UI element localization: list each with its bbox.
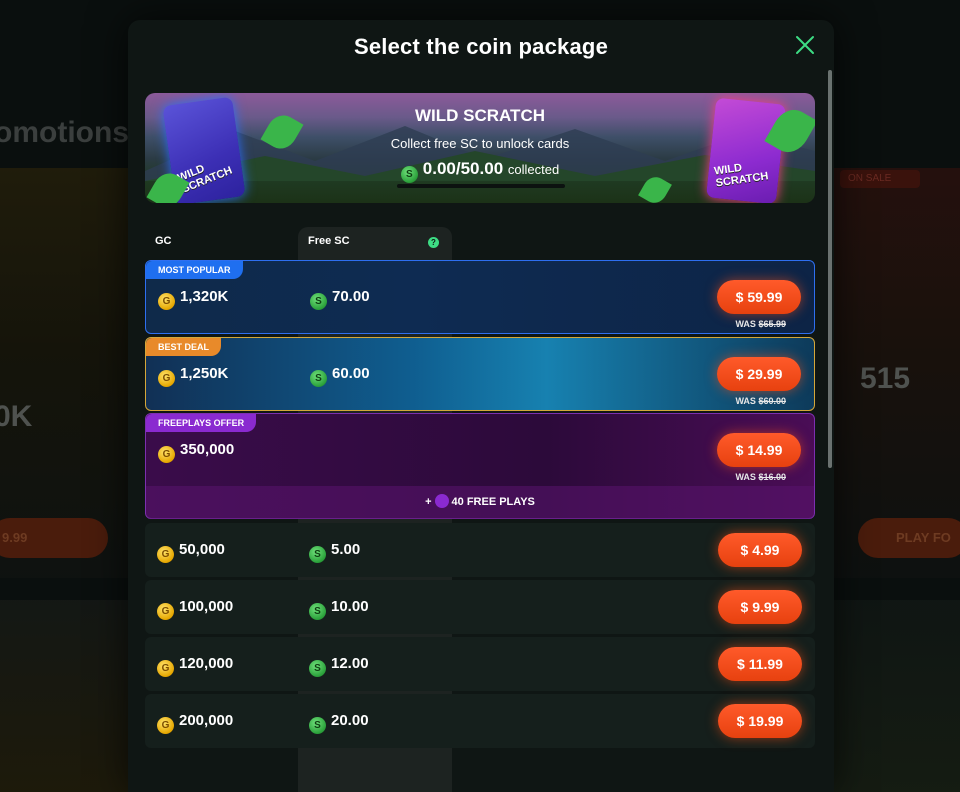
- banner-title: WILD SCRATCH: [415, 106, 545, 125]
- gc-value: 1,320K: [180, 288, 229, 305]
- sc-amount: S 20.00: [309, 712, 369, 734]
- gc-column-header: GC: [155, 235, 172, 247]
- free-plays-text: 40 FREE PLAYS: [451, 496, 535, 508]
- gold-coin-icon: G: [157, 603, 174, 620]
- gc-value: 1,250K: [180, 365, 229, 382]
- gc-amount: G 350,000: [158, 441, 234, 463]
- was-label: WAS: [735, 472, 756, 482]
- sc-value: 5.00: [331, 541, 361, 558]
- progress-value: 0.00/50.00: [422, 159, 504, 178]
- package-row-most-popular[interactable]: MOST POPULAR G 1,320K S 70.00 $ 59.99 WAS …: [145, 260, 815, 334]
- package-row[interactable]: G 50,000 S 5.00 $ 4.99: [145, 523, 815, 577]
- freeplays-offer-tag: FREEPLAYS OFFER: [146, 414, 257, 432]
- modal-title: Select the coin package: [353, 34, 609, 59]
- wild-scratch-banner[interactable]: WILD SCRATCH WILD SCRATCH WILD SCRATCH C…: [145, 93, 815, 203]
- gc-amount: G 1,250K: [158, 365, 228, 387]
- gold-coin-icon: G: [158, 370, 175, 387]
- sweep-coin-icon: S: [400, 166, 418, 183]
- was-label: WAS: [735, 396, 756, 406]
- buy-button[interactable]: $ 9.99: [718, 590, 802, 624]
- free-play-token-icon: [434, 494, 449, 508]
- gc-value: 350,000: [180, 441, 235, 458]
- sc-value: 60.00: [332, 365, 370, 382]
- was-price-value: $16.00: [758, 472, 786, 482]
- background-title: omotions: [0, 116, 129, 149]
- background-left-amount: 0K: [0, 400, 33, 433]
- gc-value: 120,000: [179, 655, 234, 672]
- banner-subtitle: Collect free SC to unlock cards: [390, 136, 570, 151]
- background-sale-tag: ON SALE: [840, 170, 920, 188]
- coin-package-modal: Select the coin package WILD SCRATCH WIL…: [128, 20, 834, 792]
- buy-button[interactable]: $ 11.99: [718, 647, 802, 681]
- sweep-coin-icon: S: [309, 603, 326, 620]
- sc-amount: S 12.00: [309, 655, 369, 677]
- gc-value: 100,000: [179, 598, 234, 615]
- background-card-left: [0, 168, 128, 578]
- free-plays-bonus: +40 FREE PLAYS: [146, 494, 814, 508]
- free-plays-prefix: +: [425, 496, 432, 508]
- close-icon[interactable]: [794, 34, 816, 56]
- banner-progress-text: S 0.00/50.00 collected: [145, 159, 815, 183]
- sc-value: 12.00: [331, 655, 369, 672]
- buy-button[interactable]: $ 14.99: [717, 433, 801, 467]
- gold-coin-icon: G: [157, 717, 174, 734]
- background-left-button: 9.99: [0, 518, 108, 558]
- sc-amount: S 60.00: [310, 365, 370, 387]
- gc-amount: G 1,320K: [158, 288, 228, 310]
- gold-coin-icon: G: [157, 660, 174, 677]
- info-icon[interactable]: ?: [428, 237, 439, 248]
- package-row-freeplays[interactable]: FREEPLAYS OFFER G 350,000 $ 14.99 WAS $16…: [145, 413, 815, 519]
- sweep-coin-icon: S: [310, 293, 327, 310]
- was-price: WAS $65.99: [735, 319, 786, 329]
- sc-value: 70.00: [332, 288, 370, 305]
- best-deal-tag: BEST DEAL: [146, 338, 222, 356]
- gc-value: 200,000: [179, 712, 234, 729]
- was-label: WAS: [735, 319, 756, 329]
- gc-value: 50,000: [179, 541, 225, 558]
- background-bottom-left: [0, 600, 128, 792]
- package-row[interactable]: G 100,000 S 10.00 $ 9.99: [145, 580, 815, 634]
- gc-amount: G 120,000: [157, 655, 233, 677]
- was-price-value: $65.99: [758, 319, 786, 329]
- gc-amount: G 50,000: [157, 541, 225, 563]
- package-row[interactable]: G 120,000 S 12.00 $ 11.99: [145, 637, 815, 691]
- buy-button[interactable]: $ 59.99: [717, 280, 801, 314]
- gold-coin-icon: G: [158, 446, 175, 463]
- gold-coin-icon: G: [158, 293, 175, 310]
- gc-amount: G 200,000: [157, 712, 233, 734]
- sc-value: 10.00: [331, 598, 369, 615]
- sweep-coin-icon: S: [309, 546, 326, 563]
- sweep-coin-icon: S: [309, 660, 326, 677]
- most-popular-tag: MOST POPULAR: [146, 261, 243, 279]
- package-row-best-deal[interactable]: BEST DEAL G 1,250K S 60.00 $ 29.99 WAS $60…: [145, 337, 815, 411]
- was-price: WAS $16.00: [735, 472, 786, 482]
- free-sc-column-header: Free SC: [308, 235, 350, 247]
- buy-button[interactable]: $ 19.99: [718, 704, 802, 738]
- gc-amount: G 100,000: [157, 598, 233, 620]
- sweep-coin-icon: S: [309, 717, 326, 734]
- buy-button[interactable]: $ 4.99: [718, 533, 802, 567]
- was-price: WAS $60.00: [735, 396, 786, 406]
- background-right-button: PLAY FO: [858, 518, 960, 558]
- package-row[interactable]: G 200,000 S 20.00 $ 19.99: [145, 694, 815, 748]
- sc-amount: S 5.00: [309, 541, 360, 563]
- sc-amount: S 10.00: [309, 598, 369, 620]
- gold-coin-icon: G: [157, 546, 174, 563]
- buy-button[interactable]: $ 29.99: [717, 357, 801, 391]
- background-bottom-right: [834, 600, 960, 792]
- background-right-amount: 515: [860, 362, 911, 395]
- was-price-value: $60.00: [758, 396, 786, 406]
- progress-bar: [397, 184, 565, 188]
- sc-value: 20.00: [331, 712, 369, 729]
- sweep-coin-icon: S: [310, 370, 327, 387]
- scrollbar[interactable]: [828, 70, 832, 468]
- progress-suffix: collected: [507, 162, 560, 177]
- sc-amount: S 70.00: [310, 288, 370, 310]
